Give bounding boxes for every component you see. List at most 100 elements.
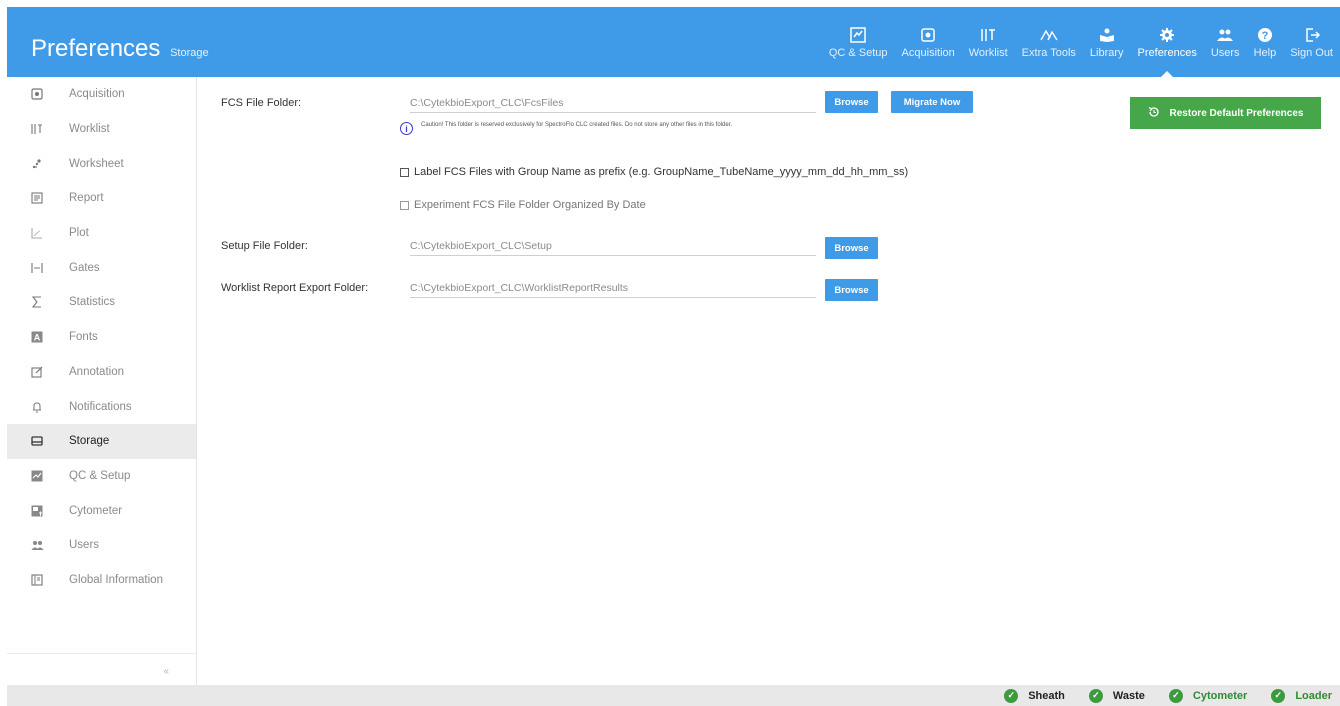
sidebar-item-label: Cytometer (69, 504, 123, 517)
sidebar-item-cytometer[interactable]: Cytometer (7, 493, 196, 528)
restore-icon (1148, 106, 1160, 121)
users-icon (29, 537, 45, 553)
worksheet-icon (29, 156, 45, 172)
restore-label: Restore Default Preferences (1169, 107, 1304, 119)
qc-setup-icon (848, 26, 868, 44)
sidebar-item-label: Acquisition (69, 88, 125, 101)
status-loader: ✓ Loader (1271, 688, 1332, 703)
caution-note: i Caution! This folder is reserved exclu… (400, 121, 781, 135)
drive-icon (29, 433, 45, 449)
sidebar-item-label: Gates (69, 261, 100, 274)
sidebar-item-label: Global Information (69, 573, 163, 586)
main-nav: QC & Setup Acquisition Worklist Extra To… (822, 7, 1340, 77)
page-title-text: Preferences (31, 35, 161, 62)
worklist-browse-button[interactable]: Browse (825, 279, 878, 301)
tab-label: Sign Out (1290, 46, 1333, 59)
checkbox-box[interactable] (400, 200, 409, 210)
sidebar-item-annotation[interactable]: Annotation (7, 355, 196, 390)
sigma-icon (29, 294, 45, 310)
label-prefix-checkbox[interactable]: Label FCS Files with Group Name as prefi… (400, 166, 908, 178)
tab-preferences[interactable]: Preferences (1131, 7, 1204, 77)
app-window: Preferences Storage QC & Setup Acquisiti… (7, 7, 1340, 706)
sidebar-item-label: Fonts (69, 331, 98, 344)
check-icon: ✓ (1271, 688, 1286, 703)
sidebar-item-label: QC & Setup (69, 469, 131, 482)
sidebar-item-global-information[interactable]: Global Information (7, 563, 196, 598)
status-label: Cytometer (1192, 689, 1248, 702)
status-cytometer: ✓ Cytometer (1168, 688, 1248, 703)
svg-text:?: ? (1262, 30, 1269, 42)
sidebar-item-plot[interactable]: Plot (7, 216, 196, 251)
extra-tools-icon (1039, 26, 1059, 44)
info-icon: i (400, 122, 413, 135)
tab-label: Help (1253, 46, 1277, 59)
info-doc-icon (29, 572, 45, 588)
acquisition-icon (29, 86, 45, 102)
page-title: Preferences Storage (31, 35, 209, 63)
sidebar-item-label: Worksheet (69, 157, 124, 170)
sidebar-item-label: Statistics (69, 296, 116, 309)
tab-qc-setup[interactable]: QC & Setup (822, 7, 895, 77)
sidebar-item-label: Plot (69, 227, 89, 240)
tab-label: Worklist (968, 46, 1008, 59)
status-items: ✓ Sheath ✓ Waste ✓ Cytometer ✓ Loader (980, 685, 1332, 706)
checkbox-box[interactable] (400, 167, 409, 177)
sidebar: Acquisition Worklist Worksheet Report Pl… (7, 77, 197, 685)
sidebar-item-qc-setup[interactable]: QC & Setup (7, 459, 196, 494)
organize-by-date-checkbox[interactable]: Experiment FCS File Folder Organized By … (400, 199, 646, 211)
cytometer-icon (29, 503, 45, 519)
sidebar-item-users[interactable]: Users (7, 528, 196, 563)
tab-acquisition[interactable]: Acquisition (895, 7, 962, 77)
sidebar-item-label: Users (69, 539, 100, 552)
gates-icon (29, 260, 45, 276)
worklist-folder-label: Worklist Report Export Folder: (221, 282, 369, 294)
tab-label: Library (1089, 46, 1124, 59)
sidebar-item-report[interactable]: Report (7, 181, 196, 216)
sidebar-item-storage[interactable]: Storage (7, 423, 196, 459)
tab-worklist[interactable]: Worklist (962, 7, 1015, 77)
status-label: Loader (1295, 689, 1332, 702)
sidebar-item-label: Storage (69, 435, 110, 448)
setup-browse-button[interactable]: Browse (825, 237, 878, 259)
tab-label: Acquisition (901, 46, 955, 59)
tab-users[interactable]: Users (1204, 7, 1247, 77)
status-waste: ✓ Waste (1088, 688, 1145, 703)
sidebar-item-gates[interactable]: Gates (7, 250, 196, 285)
tab-library[interactable]: Library (1083, 7, 1131, 77)
sidebar-item-label: Worklist (69, 123, 110, 136)
tab-label: Users (1210, 46, 1240, 59)
check-icon: ✓ (1088, 688, 1103, 703)
sidebar-item-label: Notifications (69, 400, 132, 413)
check-icon: ✓ (1168, 688, 1183, 703)
storage-preferences-panel: FCS File Folder: C:\CytekbioExport_CLC\F… (198, 77, 1340, 685)
tab-extra-tools[interactable]: Extra Tools (1015, 7, 1083, 77)
migrate-now-button[interactable]: Migrate Now (891, 91, 973, 113)
sidebar-item-worksheet[interactable]: Worksheet (7, 146, 196, 181)
sidebar-collapse-button[interactable]: « (7, 653, 197, 677)
tab-label: Preferences (1137, 46, 1197, 59)
sidebar-item-fonts[interactable]: A Fonts (7, 320, 196, 355)
sidebar-item-acquisition[interactable]: Acquisition (7, 77, 196, 112)
restore-defaults-button[interactable]: Restore Default Preferences (1130, 97, 1321, 129)
library-icon (1097, 26, 1117, 44)
tab-label: QC & Setup (828, 46, 888, 59)
status-sheath: ✓ Sheath (1004, 688, 1065, 703)
report-icon (29, 190, 45, 206)
tab-sign-out[interactable]: Sign Out (1283, 7, 1340, 77)
check-icon: ✓ (1004, 688, 1019, 703)
fcs-folder-label: FCS File Folder: (221, 97, 302, 109)
edit-icon (29, 364, 45, 380)
fcs-browse-button[interactable]: Browse (825, 91, 878, 113)
sidebar-item-worklist[interactable]: Worklist (7, 112, 196, 147)
help-icon: ? (1255, 26, 1275, 44)
sidebar-item-notifications[interactable]: Notifications (7, 389, 196, 424)
organize-by-date-text: Experiment FCS File Folder Organized By … (414, 199, 646, 211)
tab-help[interactable]: ? Help (1247, 7, 1284, 77)
sidebar-item-statistics[interactable]: Statistics (7, 285, 196, 320)
worklist-folder-path-field[interactable]: C:\CytekbioExport_CLC\WorklistReportResu… (410, 280, 816, 298)
collapse-icon: « (163, 666, 169, 677)
fcs-folder-path-field[interactable]: C:\CytekbioExport_CLC\FcsFiles (410, 95, 816, 113)
setup-folder-path-field[interactable]: C:\CytekbioExport_CLC\Setup (410, 238, 816, 256)
status-label: Sheath (1028, 689, 1065, 702)
sidebar-item-label: Annotation (69, 365, 124, 378)
